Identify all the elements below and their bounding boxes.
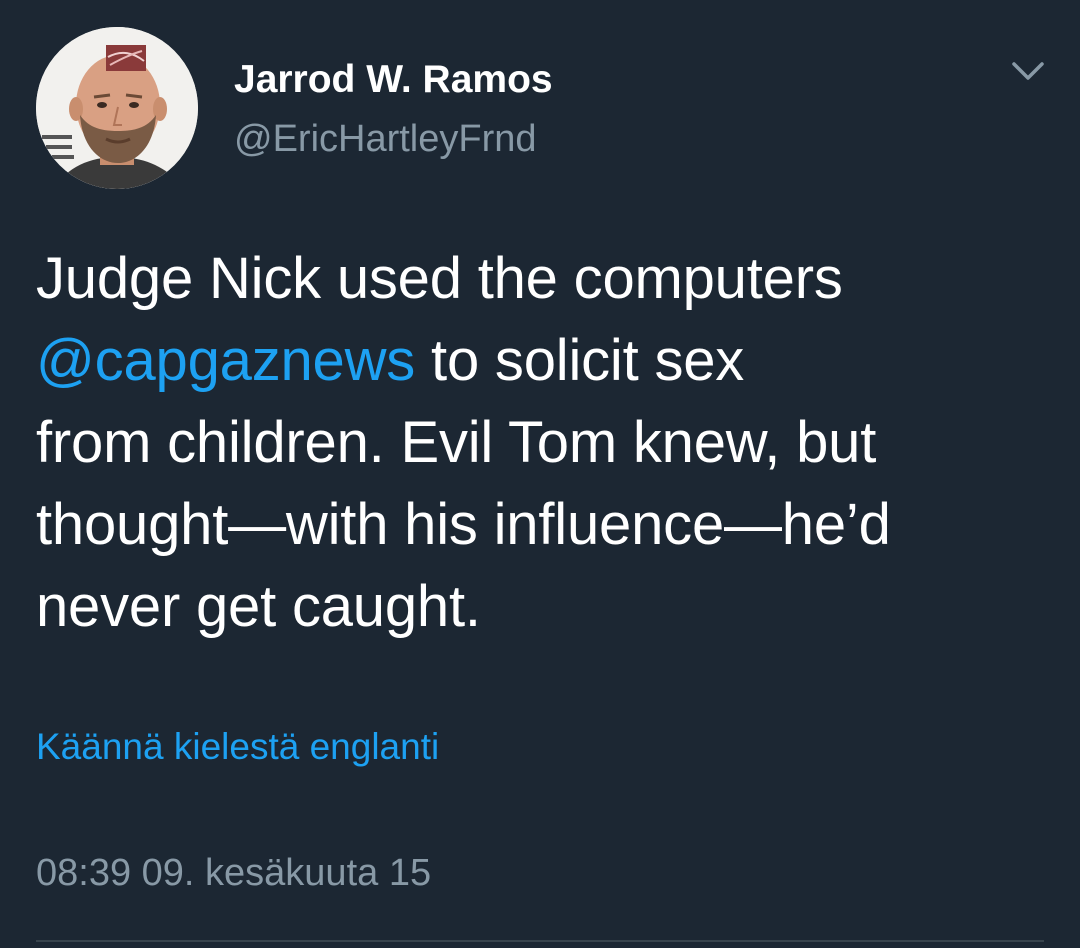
tweet-text-line: never get caught.: [36, 566, 1046, 648]
avatar-photo: [36, 27, 198, 189]
tweet: Jarrod W. Ramos @EricHartleyFrnd Judge N…: [0, 0, 1080, 948]
tweet-text-line: from children. Evil Tom knew, but: [36, 402, 1046, 484]
tweet-text-line: @capgaznews to solicit sex: [36, 320, 1046, 402]
chevron-down-icon-glyph: [1012, 62, 1044, 80]
author-handle[interactable]: @EricHartleyFrnd: [234, 118, 537, 161]
tweet-timestamp: 08:39 09. kesäkuuta 15: [36, 852, 432, 894]
tweet-text-segment: to solicit sex: [415, 328, 745, 393]
translate-link[interactable]: Käännä kielestä englanti: [36, 726, 439, 768]
mention-link[interactable]: @capgaznews: [36, 328, 415, 393]
tweet-text-line: thought—with his influence—he’d: [36, 484, 1046, 566]
tweet-text-line: Judge Nick used the computers: [36, 238, 1046, 320]
tweet-text: Judge Nick used the computers @capgaznew…: [36, 238, 1046, 648]
tweet-text-segment: thought—with his influence—he’d: [36, 492, 891, 557]
avatar[interactable]: [36, 27, 198, 189]
divider: [36, 940, 1044, 942]
tweet-text-segment: Judge Nick used the computers: [36, 246, 843, 311]
tweet-text-segment: from children. Evil Tom knew, but: [36, 410, 877, 475]
chevron-down-icon[interactable]: [1008, 54, 1048, 90]
tweet-text-segment: never get caught.: [36, 574, 481, 639]
author-display-name[interactable]: Jarrod W. Ramos: [234, 58, 553, 102]
